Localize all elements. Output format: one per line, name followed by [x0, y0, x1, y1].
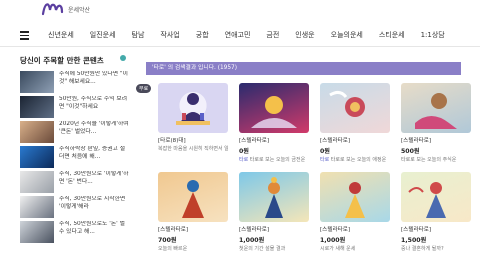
product-card[interactable]: [스텔라타로] 1,000원 시로가 새해 운세: [320, 172, 390, 252]
card-price: 1,000원: [320, 237, 346, 244]
card-image[interactable]: [239, 83, 309, 133]
nav-item-compat[interactable]: 궁합: [188, 30, 217, 40]
tarot-art-icon: [265, 177, 283, 218]
menu-icon[interactable]: [20, 31, 29, 40]
news-text: 50만원, 주식으로 수익 보려면 "이것"하세요: [59, 96, 128, 110]
card-desc: 타로 타로로 보는 오늘의 금전운: [239, 156, 309, 163]
news-text: 주식에 50만원만 있다면 "이것" 해보세요...: [59, 71, 128, 85]
news-item[interactable]: 주식, 30만원으로 '이렇게'하면 '돈' 번다...: [20, 171, 130, 193]
product-card[interactable]: [스텔라타로] 500원 타로로 보는 오늘의 주식운: [401, 83, 471, 163]
news-thumbnail: [20, 71, 54, 93]
sidebar-title: 당신이 주목할 만한 콘텐츠: [20, 55, 130, 66]
search-result-bar: '타로' 의 검색결과 입니다. (1957): [146, 62, 461, 75]
card-desc: 오늘의 빠르운: [158, 246, 188, 252]
card-title: [스텔라타로]: [401, 227, 432, 233]
news-item[interactable]: 주식, 50만원으로도 '돈' 벌 수 있다고 해...: [20, 221, 130, 243]
tarot-art-icon: [251, 96, 297, 128]
card-desc: 타로 타로로 보는 오늘의 애정운: [320, 156, 390, 163]
product-card[interactable]: [스텔라타로] 700원 오늘의 빠르운: [158, 172, 228, 252]
news-thumbnail: [20, 196, 54, 218]
news-item[interactable]: 50만원, 주식으로 수익 보려면 "이것"하세요: [20, 96, 130, 118]
card-price: 500원: [401, 148, 420, 155]
card-title: [스텔라타로]: [401, 138, 432, 144]
card-link[interactable]: 타로: [320, 157, 329, 163]
product-card[interactable]: [스텔라타로] 1,000원 첫운의 기간 설물 결과: [239, 172, 309, 252]
news-thumbnail: [20, 121, 54, 143]
card-image[interactable]: [158, 172, 228, 222]
tarot-art-icon: [329, 90, 365, 117]
product-card[interactable]: 무료 [타로(8)대] 복잡한 마음을 시원히 직하면서 알려주는 타로...: [136, 83, 228, 163]
news-text: 주식, 50만원으로도 '돈' 벌 수 있다고 해...: [59, 221, 125, 235]
nav-item-10[interactable]: 스티운세: [371, 30, 413, 40]
card-desc: 중나 결혼하게 될까?: [401, 246, 444, 252]
card-title: [스텔라타로]: [320, 227, 351, 233]
tarot-art-icon: [408, 182, 446, 218]
news-text: 2020년 주식을 '이렇게'하여 '큰돈' 벌었다...: [59, 121, 129, 135]
card-title: [스텔라타로]: [158, 227, 189, 233]
sidebar: 당신이 주목할 만한 콘텐츠 주식에 50만원만 있다면 "이것" 해보세요..…: [20, 55, 130, 246]
news-item[interactable]: 주식하락장 판잎, 증권고 설더면 처음에 해...: [20, 146, 130, 168]
nav-item-new-year[interactable]: 신년운세: [40, 30, 82, 40]
card-image[interactable]: [320, 172, 390, 222]
news-thumbnail: [20, 96, 54, 118]
card-image[interactable]: [401, 172, 471, 222]
card-desc: 시로가 새해 운세: [320, 246, 356, 252]
tarot-art-icon: [345, 182, 365, 218]
card-link[interactable]: 타로: [239, 157, 248, 163]
card-desc-text: 타로로 보는 오늘의 금전운: [249, 157, 306, 163]
news-thumbnail: [20, 146, 54, 168]
tarot-reader-icon: [176, 93, 210, 125]
nav-item-love[interactable]: 연애고민: [217, 30, 259, 40]
card-price: 700원: [158, 237, 177, 244]
card-desc: 복잡한 마음을 시원히 직하면서 알려주는 타로...: [158, 146, 228, 152]
card-title: [타로(8)대]: [158, 138, 186, 144]
news-text: 주식하락장 판잎, 증권고 설더면 처음에 해...: [59, 146, 126, 160]
site-logo[interactable]: [40, 0, 66, 16]
news-text: 주식, 30만원으로 시작한면 '이렇게'해라: [59, 196, 126, 210]
card-price: 1,500원: [401, 237, 427, 244]
card-desc: 첫운의 기간 설물 결과: [239, 246, 286, 252]
product-card[interactable]: [스텔라타로] 0원 타로 타로로 보는 오늘의 애정운: [320, 83, 390, 163]
site-header: 운세악산: [0, 0, 480, 22]
nav-items: 신년운세 일진운세 탐남 작사업 궁합 연애고민 금전 인생운 오늘의운세 스티…: [40, 30, 453, 40]
main-nav: 신년운세 일진운세 탐남 작사업 궁합 연애고민 금전 인생운 오늘의운세 스티…: [0, 24, 480, 47]
card-desc: 타로로 보는 오늘의 주식운: [401, 157, 457, 163]
card-image[interactable]: [320, 83, 390, 133]
news-item[interactable]: 2020년 주식을 '이렇게'하여 '큰돈' 벌었다...: [20, 121, 130, 143]
search-results: '타로' 의 검색결과 입니다. (1957) 무료 [타로(8)대] 복잡한 …: [136, 62, 471, 252]
product-card[interactable]: [스텔라타로] 0원 타로 타로로 보는 오늘의 금전운: [239, 83, 309, 163]
card-image[interactable]: [401, 83, 471, 133]
product-card[interactable]: [스텔라타로] 1,500원 중나 결혼하게 될까?: [401, 172, 471, 252]
card-image[interactable]: [158, 83, 228, 133]
card-price: 0원: [320, 148, 330, 155]
nav-item-daily[interactable]: 일진운세: [82, 30, 124, 40]
card-title: [스텔라타로]: [239, 138, 270, 144]
news-thumbnail: [20, 221, 54, 243]
card-desc-text: 타로로 보는 오늘의 애정운: [330, 157, 387, 163]
nav-item-life[interactable]: 인생운: [287, 30, 322, 40]
logo-text: 운세악산: [68, 7, 91, 14]
news-item[interactable]: 주식, 30만원으로 시작한면 '이렇게'해라: [20, 196, 130, 218]
card-title: [스텔라타로]: [239, 227, 270, 233]
product-grid: 무료 [타로(8)대] 복잡한 마음을 시원히 직하면서 알려주는 타로... …: [136, 83, 471, 252]
free-badge: 무료: [136, 84, 152, 93]
sidebar-title-text: 당신이 주목할 만한 콘텐츠: [20, 56, 104, 65]
news-text: 주식, 30만원으로 '이렇게'하면 '돈' 번다...: [59, 171, 129, 185]
nav-item-today[interactable]: 오늘의운세: [323, 30, 371, 40]
card-price: 0원: [239, 148, 249, 155]
card-price: 1,000원: [239, 237, 265, 244]
nav-item-3[interactable]: 탐남: [124, 30, 153, 40]
ad-badge-icon[interactable]: [120, 55, 126, 61]
card-title: [스텔라타로]: [320, 138, 351, 144]
nav-item-money[interactable]: 금전: [258, 30, 287, 40]
nav-item-consult[interactable]: 1:1상담: [413, 30, 453, 40]
nav-item-4[interactable]: 작사업: [152, 30, 187, 40]
news-thumbnail: [20, 171, 54, 193]
news-item[interactable]: 주식에 50만원만 있다면 "이것" 해보세요...: [20, 71, 130, 93]
tarot-art-icon: [415, 93, 457, 129]
card-image[interactable]: [239, 172, 309, 222]
tarot-art-icon: [182, 180, 204, 218]
